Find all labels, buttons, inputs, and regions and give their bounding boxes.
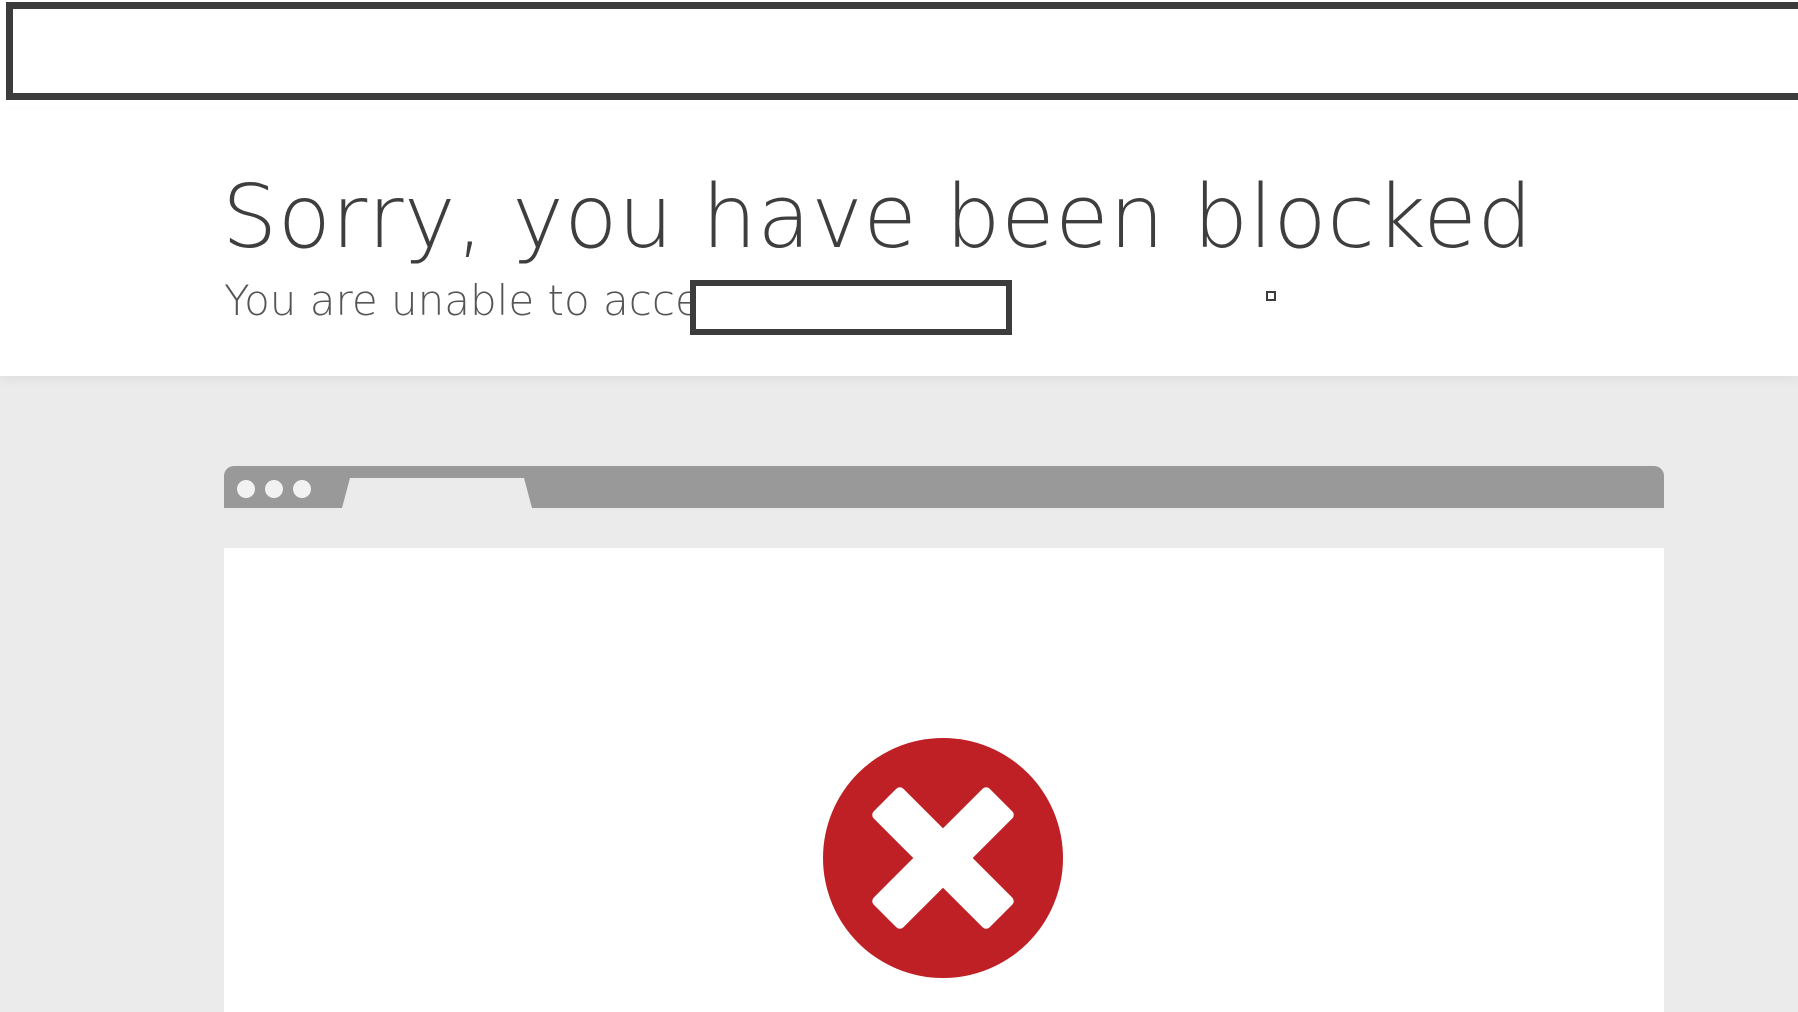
window-dot xyxy=(265,480,283,498)
window-dot xyxy=(237,480,255,498)
illustration-area xyxy=(0,376,1798,1012)
window-dot xyxy=(293,480,311,498)
error-x-icon xyxy=(823,738,1063,978)
browser-illustration xyxy=(224,466,1664,1012)
header-section: Sorry, you have been blocked You are una… xyxy=(0,110,1798,376)
redacted-domain xyxy=(690,280,1012,335)
browser-titlebar xyxy=(224,466,1664,508)
browser-content xyxy=(224,548,1664,1012)
redacted-top-bar xyxy=(6,2,1798,100)
page-title: Sorry, you have been blocked xyxy=(222,166,1533,268)
browser-tab xyxy=(342,478,532,508)
blocked-page: Sorry, you have been blocked You are una… xyxy=(0,0,1798,1012)
page-subtitle: You are unable to access xyxy=(224,276,745,325)
redacted-marker xyxy=(1266,291,1276,301)
